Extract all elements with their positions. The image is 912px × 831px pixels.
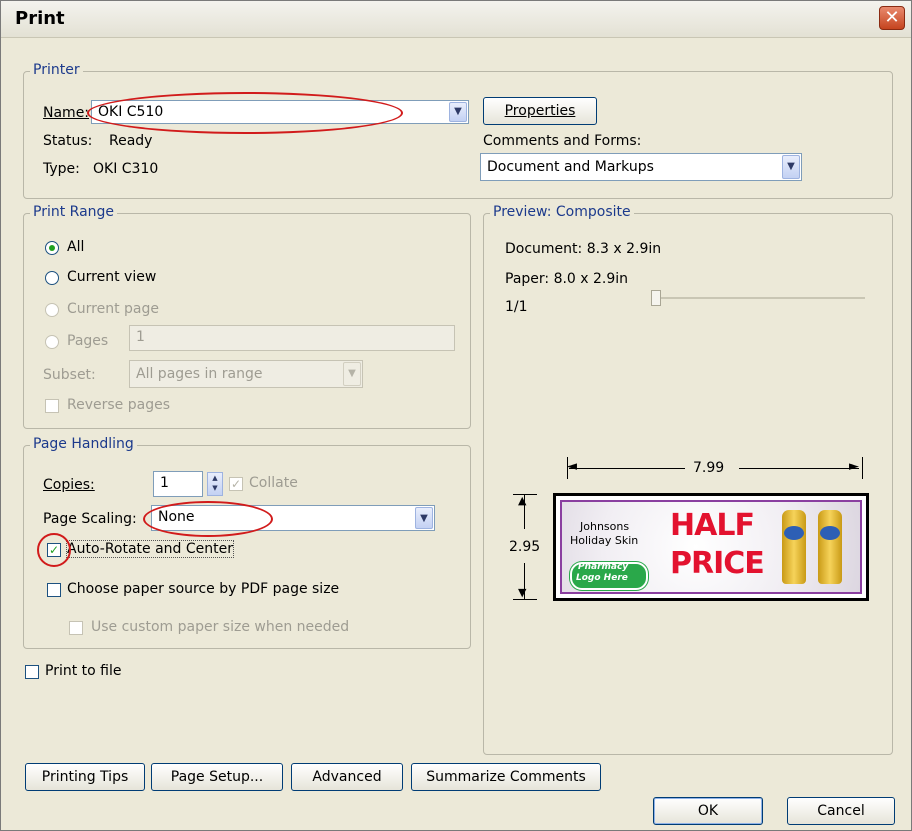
arrowhead-left-icon: ◄ — [567, 459, 577, 474]
printing-tips-label: Printing Tips — [41, 769, 129, 785]
annotation-oval-auto-rotate — [37, 533, 71, 567]
printing-tips-button[interactable]: Printing Tips — [25, 763, 145, 791]
dialog-title: Print — [15, 8, 65, 29]
close-button[interactable]: ✕ — [879, 6, 905, 30]
comments-forms-value: Document and Markups — [487, 159, 654, 175]
custom-paper-size-label: Use custom paper size when needed — [91, 619, 350, 635]
width-dimension-value: 7.99 — [693, 460, 725, 476]
preview-ad-brand-line1: Johnsons — [580, 520, 630, 533]
cancel-label: Cancel — [817, 803, 865, 819]
preview-page: Johnsons Holiday Skin Pharmacy Logo Here… — [553, 493, 869, 601]
page-handling-group-label: Page Handling — [30, 436, 137, 452]
preview-ad-brand-line2: Holiday Skin — [570, 534, 639, 547]
printer-name-label: Name: — [43, 105, 90, 121]
copies-input[interactable]: 1 — [153, 471, 203, 497]
ok-label: OK — [697, 803, 719, 819]
preview-ad-product-bottle-2 — [818, 510, 842, 584]
pages-input: 1 — [129, 325, 455, 351]
preview-page-slider-thumb[interactable] — [651, 290, 661, 306]
width-dimension-line-right — [739, 468, 859, 469]
title-bar: Print ✕ — [1, 1, 911, 38]
page-setup-button[interactable]: Page Setup... — [151, 763, 283, 791]
arrowhead-right-icon: ► — [849, 459, 859, 474]
page-setup-label: Page Setup... — [170, 769, 264, 785]
radio-pages-label: Pages — [67, 333, 109, 349]
pages-input-value: 1 — [136, 329, 145, 345]
arrow-right-icon — [862, 457, 863, 479]
annotation-oval-scaling — [143, 501, 273, 537]
preview-page-counter: 1/1 — [505, 299, 528, 315]
printer-type-value: OKI C310 — [93, 161, 159, 177]
preview-document-size: Document: 8.3 x 2.9in — [505, 241, 662, 257]
collate-label: Collate — [249, 475, 298, 491]
height-dimension-bottom-cap — [513, 599, 537, 600]
cancel-button[interactable]: Cancel — [787, 797, 895, 825]
print-dialog: Print ✕ Printer Name: OKI C510 ▼ Status:… — [0, 0, 912, 831]
custom-paper-size-checkbox — [69, 621, 83, 635]
preview-group: Preview: Composite — [483, 204, 893, 755]
radio-all-label[interactable]: All — [67, 239, 84, 255]
summarize-comments-label: Summarize Comments — [426, 769, 586, 785]
radio-pages — [45, 335, 59, 349]
subset-label: Subset: — [43, 367, 96, 383]
preview-paper-size: Paper: 8.0 x 2.9in — [505, 271, 629, 287]
arrowhead-down-icon: ▼ — [518, 586, 527, 599]
printer-group-label: Printer — [30, 62, 83, 78]
print-to-file-label[interactable]: Print to file — [45, 663, 121, 679]
comments-forms-select[interactable]: Document and Markups ▼ — [480, 153, 802, 181]
advanced-label: Advanced — [312, 769, 382, 785]
printer-status-value: Ready — [109, 133, 153, 149]
preview-ad-product-label-1 — [784, 526, 804, 540]
print-range-group-label: Print Range — [30, 204, 118, 220]
chevron-down-icon[interactable]: ▼ — [449, 102, 467, 122]
subset-select: All pages in range ▼ — [129, 360, 363, 388]
printer-status-label: Status: — [43, 133, 93, 149]
radio-current-view-label[interactable]: Current view — [67, 269, 156, 285]
reverse-pages-checkbox — [45, 399, 59, 413]
copies-label: Copies: — [43, 477, 95, 493]
chevron-down-icon[interactable]: ▼ — [415, 507, 433, 529]
chevron-down-icon[interactable]: ▼ — [782, 155, 800, 179]
collate-checkbox: ✓ — [229, 477, 243, 491]
auto-rotate-label[interactable]: Auto-Rotate and Center — [65, 540, 235, 558]
copies-value: 1 — [160, 475, 169, 491]
preview-page-slider-track[interactable] — [653, 297, 865, 299]
reverse-pages-label: Reverse pages — [67, 397, 170, 413]
preview-group-label: Preview: Composite — [490, 204, 634, 220]
annotation-oval-printer — [87, 92, 403, 134]
properties-button[interactable]: Properties — [483, 97, 597, 125]
height-dimension-value: 2.95 — [509, 539, 541, 555]
preview-ad-logo-line1: Pharmacy — [578, 562, 629, 572]
chevron-down-icon: ▼ — [343, 362, 361, 386]
choose-paper-source-label[interactable]: Choose paper source by PDF page size — [67, 581, 339, 597]
width-dimension-line-left — [569, 468, 685, 469]
choose-paper-source-checkbox[interactable] — [47, 583, 61, 597]
subset-value: All pages in range — [136, 366, 263, 382]
printer-type-label: Type: — [43, 161, 80, 177]
preview-ad-headline2: PRICE — [670, 546, 765, 581]
summarize-comments-button[interactable]: Summarize Comments — [411, 763, 601, 791]
properties-button-label: Properties — [504, 103, 576, 119]
arrowhead-up-icon: ▲ — [518, 494, 527, 507]
print-to-file-checkbox[interactable] — [25, 665, 39, 679]
comments-forms-label: Comments and Forms: — [483, 133, 642, 149]
advanced-button[interactable]: Advanced — [291, 763, 403, 791]
radio-current-page — [45, 303, 59, 317]
ok-button[interactable]: OK — [653, 797, 763, 825]
preview-ad-logo-line2: Logo Here — [576, 573, 628, 583]
preview-ad-product-bottle-1 — [782, 510, 806, 584]
page-scaling-label: Page Scaling: — [43, 511, 137, 527]
preview-ad-headline1: HALF — [670, 508, 755, 543]
radio-all[interactable] — [45, 241, 59, 255]
copies-stepper[interactable]: ▲ ▼ — [207, 472, 223, 496]
radio-current-view[interactable] — [45, 271, 59, 285]
preview-ad-product-label-2 — [820, 526, 840, 540]
radio-current-page-label: Current page — [67, 301, 159, 317]
